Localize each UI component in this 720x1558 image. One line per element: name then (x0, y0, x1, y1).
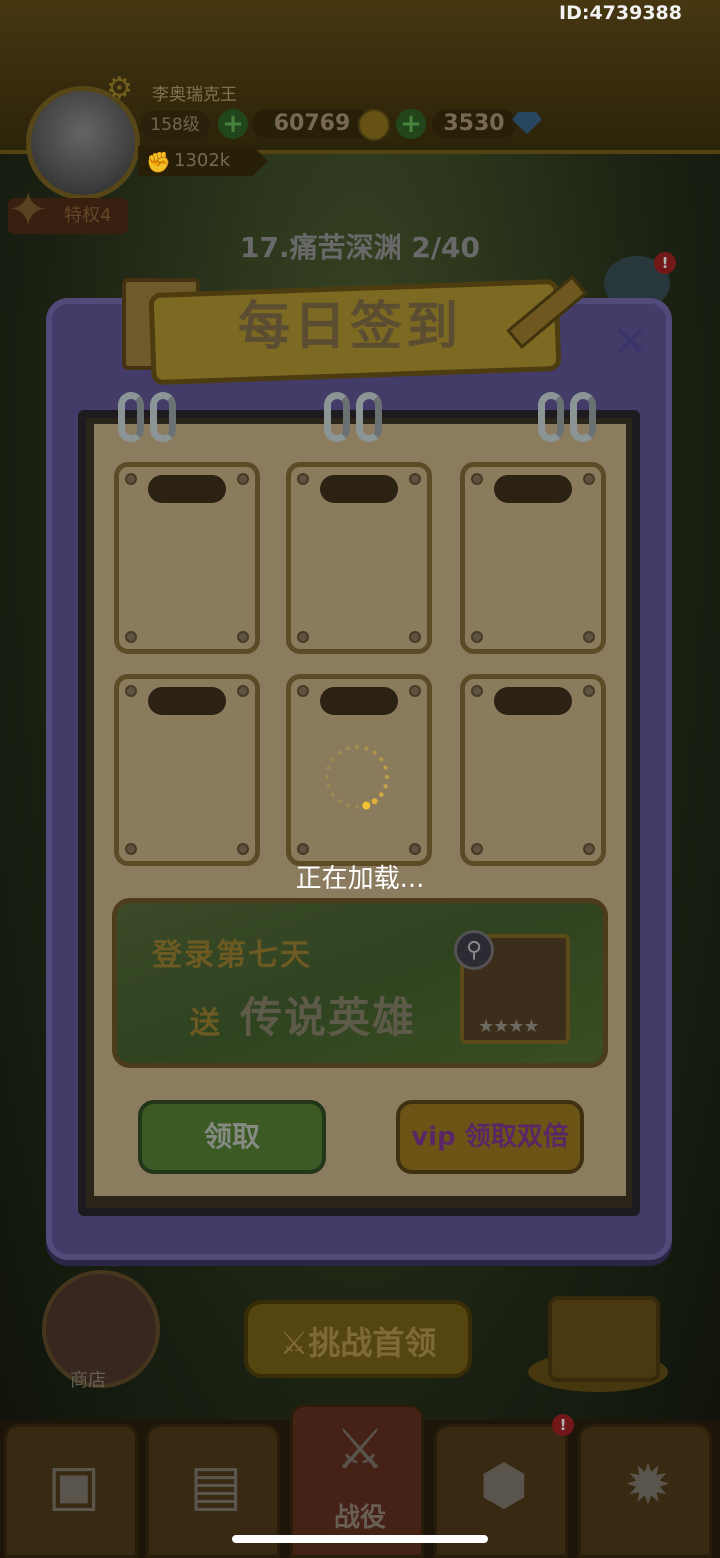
screw-icon (409, 631, 421, 643)
screw-icon (297, 631, 309, 643)
reward-give-text: 送 (190, 1006, 220, 1041)
screw-icon (125, 685, 137, 697)
loading-spinner (325, 744, 390, 810)
screw-icon (409, 473, 421, 485)
screw-icon (125, 631, 137, 643)
screw-icon (297, 473, 309, 485)
screw-icon (125, 843, 137, 855)
screw-icon (583, 631, 595, 643)
binder-ring (324, 392, 350, 442)
dialog-title: 每日签到 (237, 297, 462, 357)
screw-icon (471, 631, 483, 643)
close-icon[interactable]: ✕ (610, 321, 650, 363)
screw-icon (409, 685, 421, 697)
reward-hero-text: 传说英雄 (240, 993, 417, 1042)
screw-icon (583, 473, 595, 485)
screw-icon (237, 473, 249, 485)
card-label-slot (494, 687, 572, 715)
binder-ring (118, 392, 144, 442)
hero-star-rating: ★★★★ (478, 1016, 540, 1037)
claim-button[interactable]: 领取 (138, 1100, 326, 1174)
day-card-2[interactable] (286, 462, 432, 654)
screw-icon (237, 631, 249, 643)
screw-icon (471, 473, 483, 485)
vip-double-claim-button[interactable]: vip 领取双倍 (396, 1100, 584, 1174)
day-card-6[interactable] (460, 674, 606, 866)
screw-icon (237, 843, 249, 855)
day-card-3[interactable] (460, 462, 606, 654)
card-label-slot (148, 475, 226, 503)
day-card-4[interactable] (114, 674, 260, 866)
binder-ring (538, 392, 564, 442)
screw-icon (583, 843, 595, 855)
binder-ring (356, 392, 382, 442)
magnifier-icon[interactable]: ⚲ (454, 930, 494, 970)
reward-day-text: 登录第七天 (152, 938, 312, 973)
card-label-slot (494, 475, 572, 503)
binder-ring (570, 392, 596, 442)
screw-icon (297, 843, 309, 855)
screw-icon (237, 685, 249, 697)
day-card-1[interactable] (114, 462, 260, 654)
screw-icon (409, 843, 421, 855)
screw-icon (583, 685, 595, 697)
screw-icon (297, 685, 309, 697)
card-label-slot (148, 687, 226, 715)
screw-icon (471, 843, 483, 855)
loading-text: 正在加载... (295, 864, 425, 894)
screw-icon (125, 473, 137, 485)
card-label-slot (320, 687, 398, 715)
home-indicator[interactable] (232, 1535, 488, 1543)
card-label-slot (320, 475, 398, 503)
binder-ring (150, 392, 176, 442)
screw-icon (471, 685, 483, 697)
